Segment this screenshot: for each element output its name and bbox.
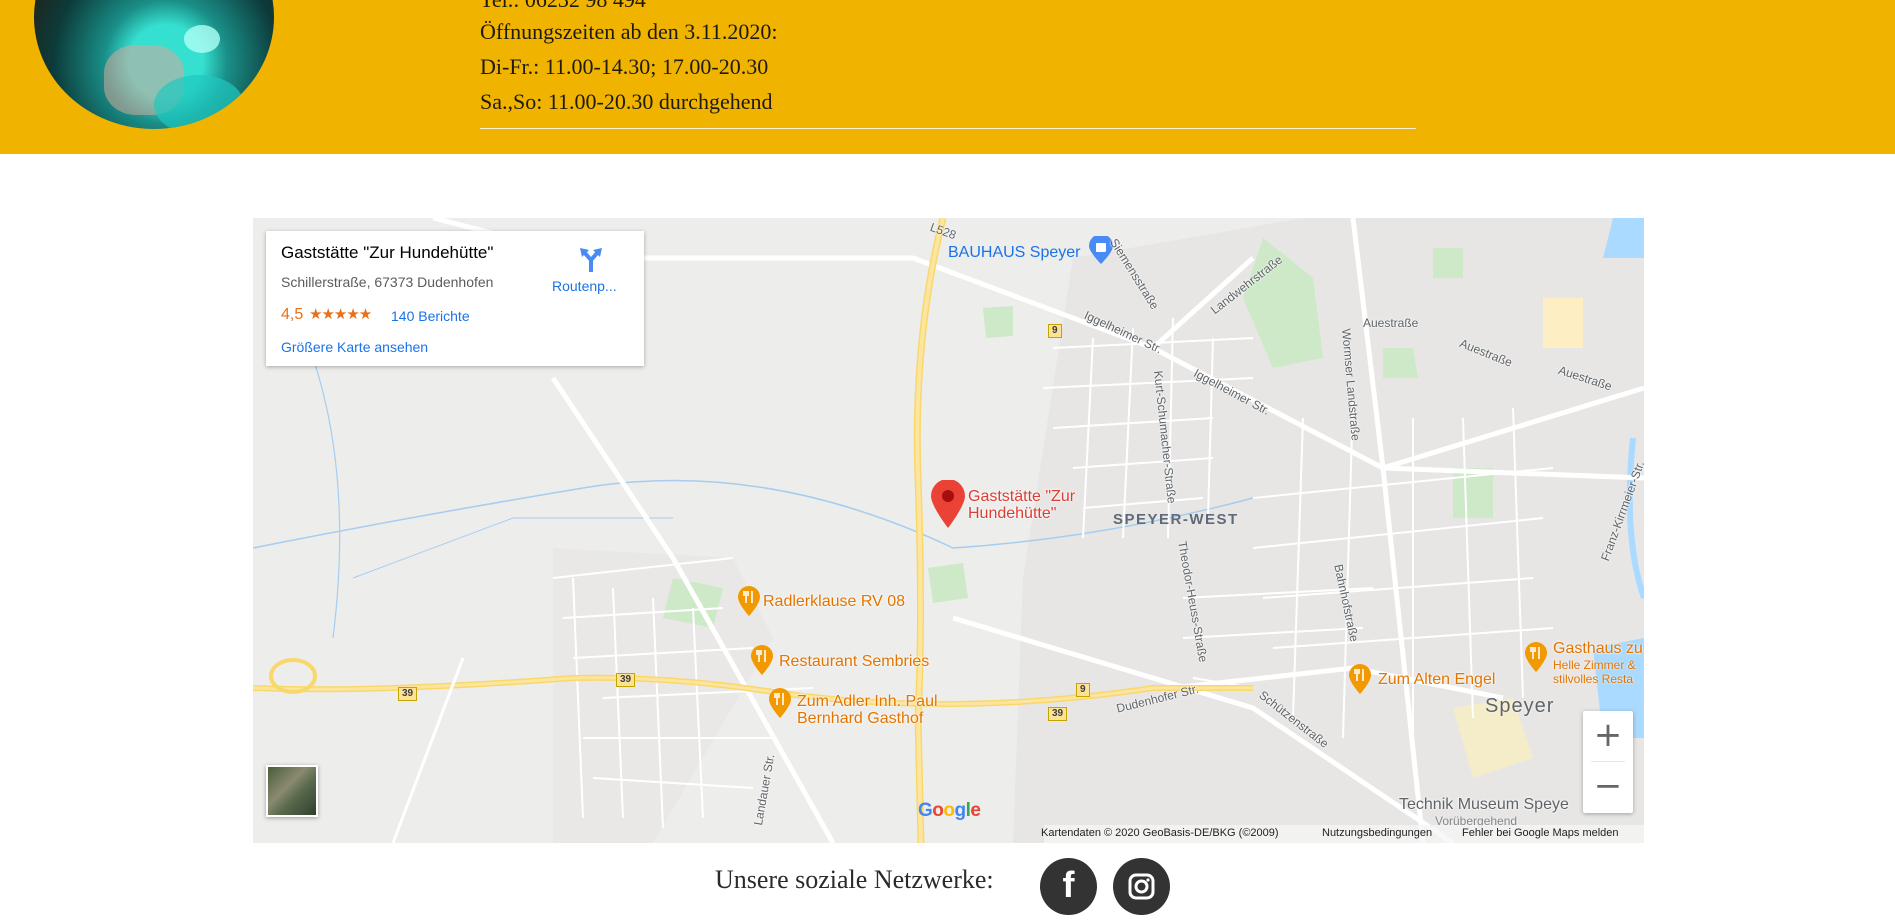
social-label: Unsere soziale Netzwerke:: [715, 865, 994, 894]
restaurant-photo: [34, 0, 274, 129]
larger-map-link[interactable]: Größere Karte ansehen: [281, 339, 428, 355]
reviews-link[interactable]: 140 Berichte: [391, 308, 470, 324]
poi-radlerklause[interactable]: Radlerklause RV 08: [763, 593, 905, 610]
directions-link[interactable]: Routenp...: [552, 278, 617, 294]
poi-gasthaus-sub2: stilvolles Resta: [1553, 672, 1634, 686]
route-shield-b39: 39: [398, 687, 418, 701]
restaurant-icon[interactable]: [738, 586, 760, 616]
route-shield-b9: 9: [1048, 324, 1062, 338]
phone-text: Tel.: 06232 98 494: [480, 0, 646, 13]
terms-link[interactable]: Nutzungsbedingungen: [1322, 827, 1432, 839]
instagram-button[interactable]: [1113, 858, 1170, 915]
zoom-out-button[interactable]: −: [1583, 762, 1633, 812]
instagram-icon: [1128, 873, 1155, 900]
poi-adler[interactable]: Zum Adler Inh. Paul Bernhard Gasthof: [797, 693, 938, 727]
place-card: Gaststätte "Zur Hundehütte" Schillerstra…: [266, 231, 644, 366]
route-shield-b39: 39: [1048, 707, 1068, 721]
location-pin-icon[interactable]: [931, 480, 965, 528]
directions-icon[interactable]: [578, 246, 604, 272]
weekday-hours: Di-Fr.: 11.00-14.30; 17.00-20.30: [480, 54, 769, 79]
place-name: Gaststätte "Zur Hundehütte": [281, 243, 494, 262]
area-speyer-west: SPEYER-WEST: [1113, 511, 1239, 528]
hours-title: Öffnungszeiten ab den 3.11.2020:: [480, 19, 778, 44]
shopping-bag-icon[interactable]: [1089, 236, 1113, 264]
google-logo: Google: [918, 800, 981, 821]
route-shield-b39: 39: [616, 673, 636, 687]
city-speyer: Speyer: [1485, 695, 1555, 717]
route-shield-b9: 9: [1076, 683, 1090, 697]
social-section: Unsere soziale Netzwerke: f: [0, 855, 1895, 915]
facebook-button[interactable]: f: [1040, 858, 1097, 915]
zoom-in-button[interactable]: +: [1583, 711, 1633, 761]
report-error-link[interactable]: Fehler bei Google Maps melden: [1462, 827, 1619, 839]
street-label: Auestraße: [1363, 316, 1419, 330]
poi-sembries[interactable]: Restaurant Sembries: [779, 653, 929, 670]
rating-stars: ★★★★★: [309, 306, 372, 323]
restaurant-icon[interactable]: [1349, 664, 1371, 694]
google-map[interactable]: Gaststätte "Zur Hundehütte" Schillerstra…: [253, 218, 1644, 843]
restaurant-icon[interactable]: [1525, 642, 1547, 672]
restaurant-icon[interactable]: [769, 688, 791, 718]
divider: [480, 128, 1416, 129]
poi-technik-museum[interactable]: Technik Museum Speye: [1399, 796, 1569, 813]
poi-alten-engel[interactable]: Zum Alten Engel: [1378, 671, 1495, 688]
map-data-text: Kartendaten © 2020 GeoBasis-DE/BKG (©200…: [1041, 827, 1279, 839]
poi-gasthaus-sub1: Helle Zimmer &: [1553, 658, 1636, 672]
pin-label[interactable]: Gaststätte "Zur Hundehütte": [968, 488, 1075, 522]
poi-gasthaus[interactable]: Gasthaus zu: [1553, 640, 1643, 657]
header-band: Tel.: 06232 98 494 Öffnungszeiten ab den…: [0, 0, 1895, 154]
map-attribution: Kartendaten © 2020 GeoBasis-DE/BKG (©200…: [253, 825, 1644, 843]
rating-value: 4,5: [281, 306, 304, 323]
bauhaus-label[interactable]: BAUHAUS Speyer: [948, 244, 1081, 262]
zoom-controls: + −: [1583, 711, 1633, 813]
facebook-icon: f: [1062, 864, 1075, 905]
restaurant-icon[interactable]: [751, 645, 773, 675]
satellite-toggle[interactable]: [266, 765, 318, 817]
weekend-hours: Sa.,So: 11.00-20.30 durchgehend: [480, 89, 773, 114]
place-address: Schillerstraße, 67373 Dudenhofen: [281, 274, 494, 290]
